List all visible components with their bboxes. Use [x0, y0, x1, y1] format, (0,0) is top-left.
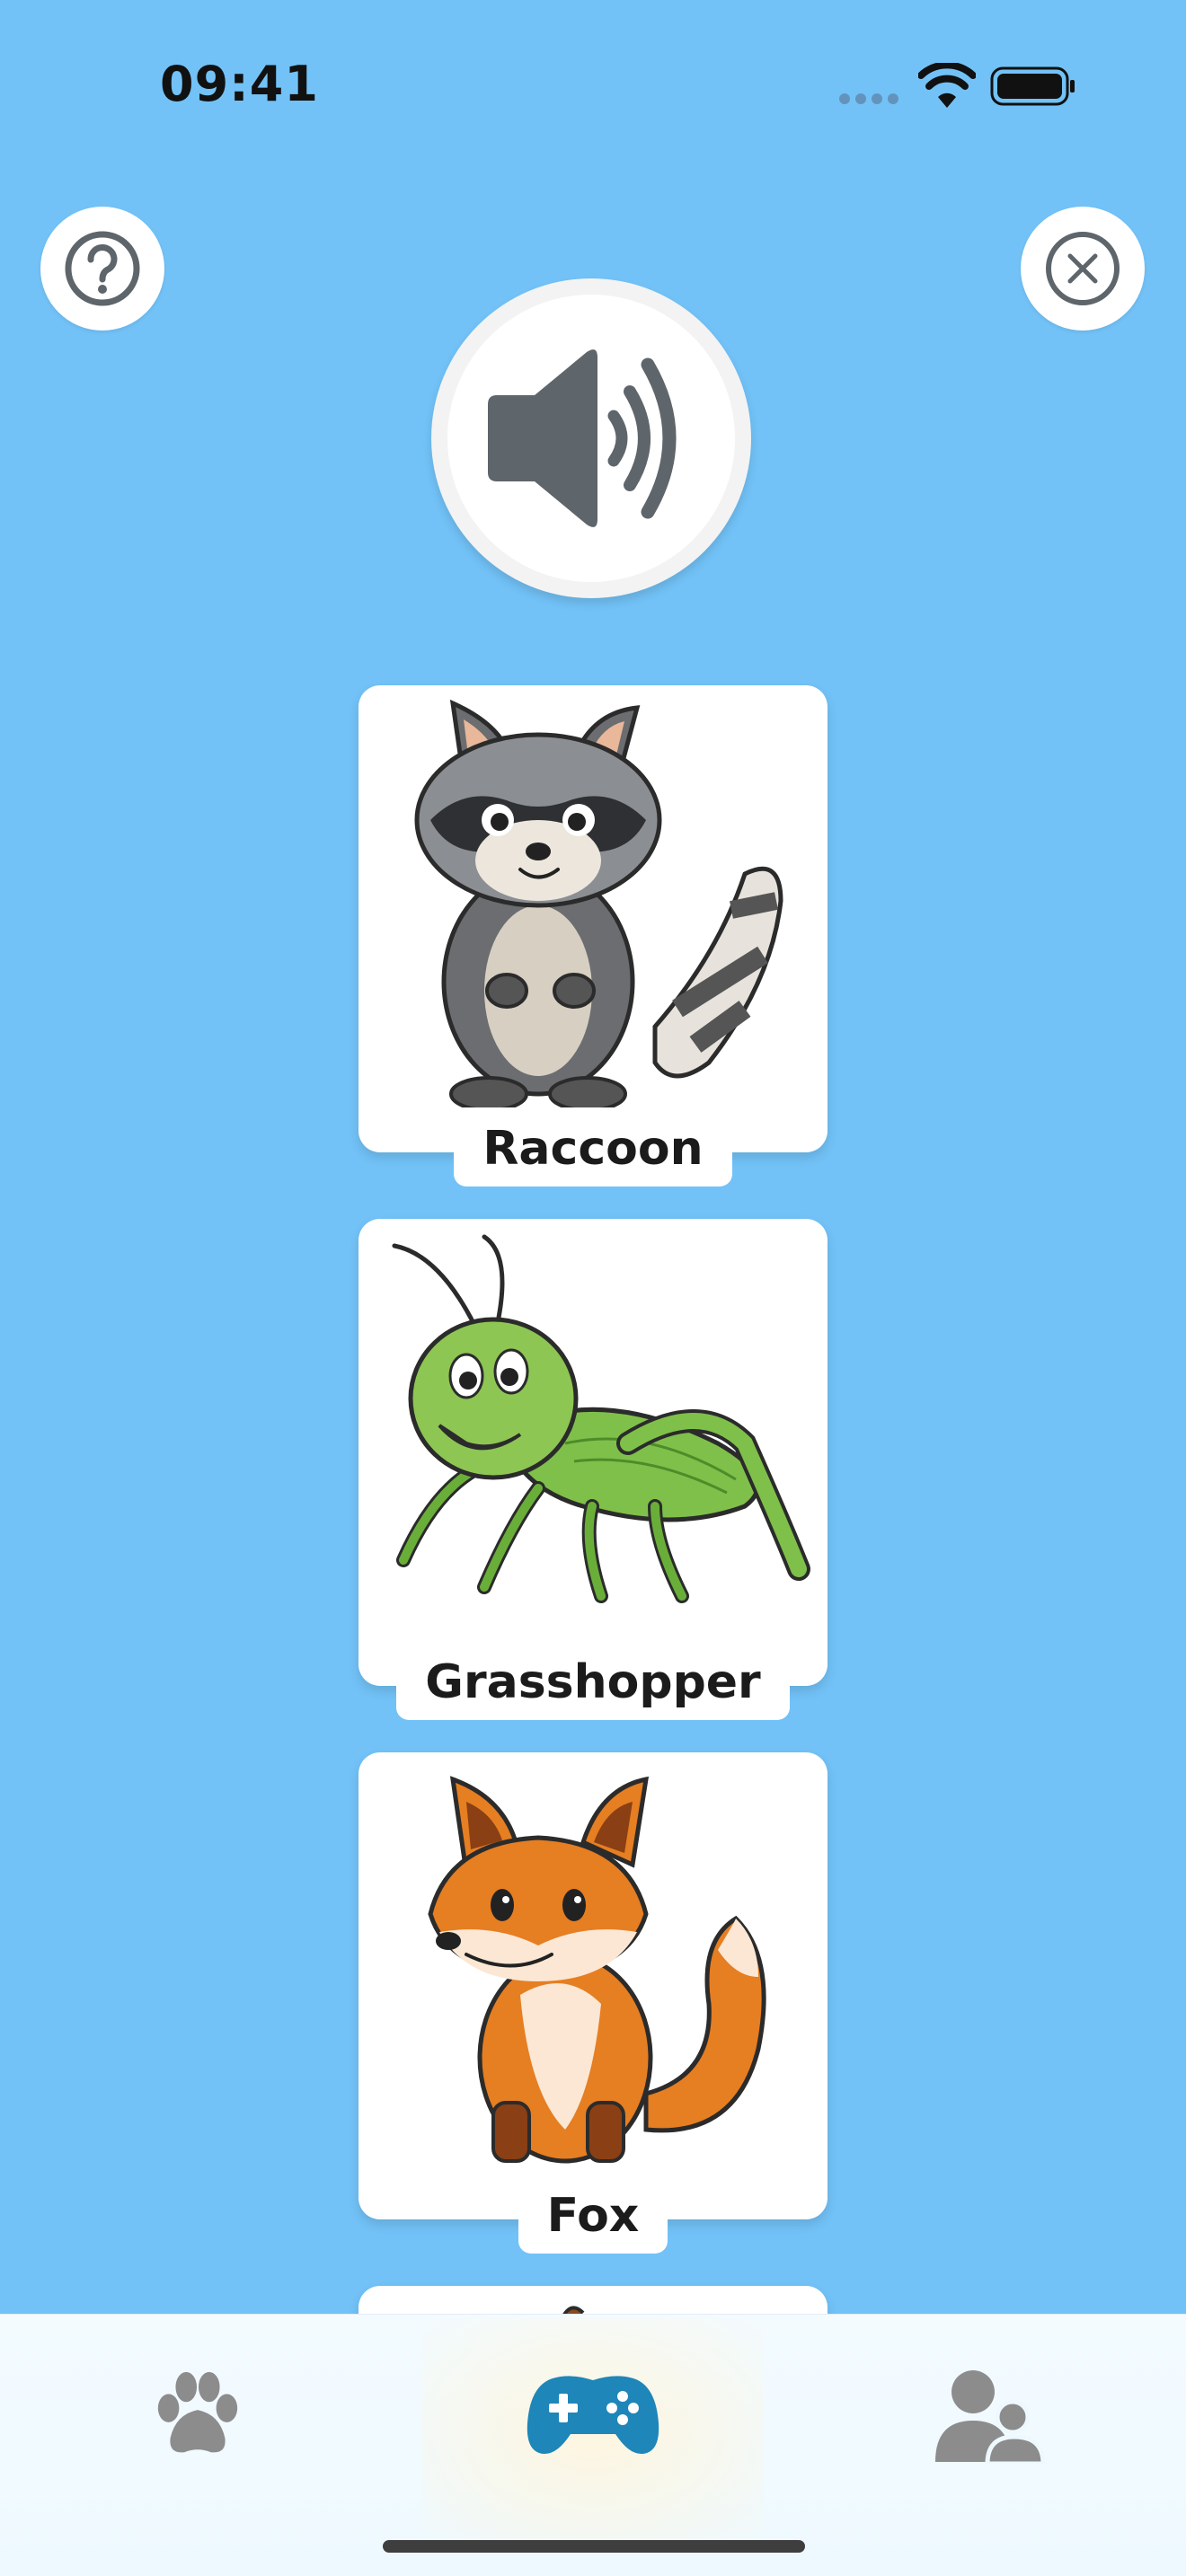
tab-profile[interactable] [907, 2351, 1069, 2477]
tab-games[interactable] [512, 2351, 674, 2477]
gamepad-icon [527, 2376, 659, 2455]
home-indicator [383, 2540, 805, 2553]
cellular-signal-icon [839, 93, 902, 106]
paw-icon [157, 2371, 238, 2453]
animal-card-grasshopper[interactable]: Grasshopper [358, 1219, 828, 1720]
card-label-wrap: Fox [358, 2185, 828, 2254]
play-sound-button-face [447, 295, 735, 582]
fox-illustration [428, 1776, 766, 2164]
play-sound-button[interactable] [431, 278, 751, 598]
question-circle-icon [65, 231, 140, 306]
animal-card-fox[interactable]: Fox [358, 1752, 828, 2254]
animal-card-raccoon[interactable]: Raccoon [358, 685, 828, 1187]
x-circle-icon [1046, 232, 1120, 305]
wifi-icon [918, 63, 976, 108]
app-screen: 09:41 Raccoon Grasshopper Fox [0, 0, 1186, 2576]
raccoon-illustration [414, 699, 783, 1107]
card-label-wrap: Raccoon [358, 1118, 828, 1187]
battery-icon [990, 66, 1075, 106]
speaker-volume-icon [488, 349, 677, 527]
animal-name-label: Fox [518, 2185, 668, 2254]
status-time: 09:41 [160, 56, 319, 112]
animal-name-label: Raccoon [454, 1118, 732, 1187]
users-icon [935, 2370, 1046, 2464]
grasshopper-illustration [392, 1234, 810, 1603]
help-button[interactable] [40, 207, 164, 331]
tab-pets[interactable] [117, 2351, 279, 2477]
animal-name-label: Grasshopper [396, 1652, 790, 1720]
card-label-wrap: Grasshopper [358, 1652, 828, 1720]
close-button[interactable] [1021, 207, 1145, 331]
